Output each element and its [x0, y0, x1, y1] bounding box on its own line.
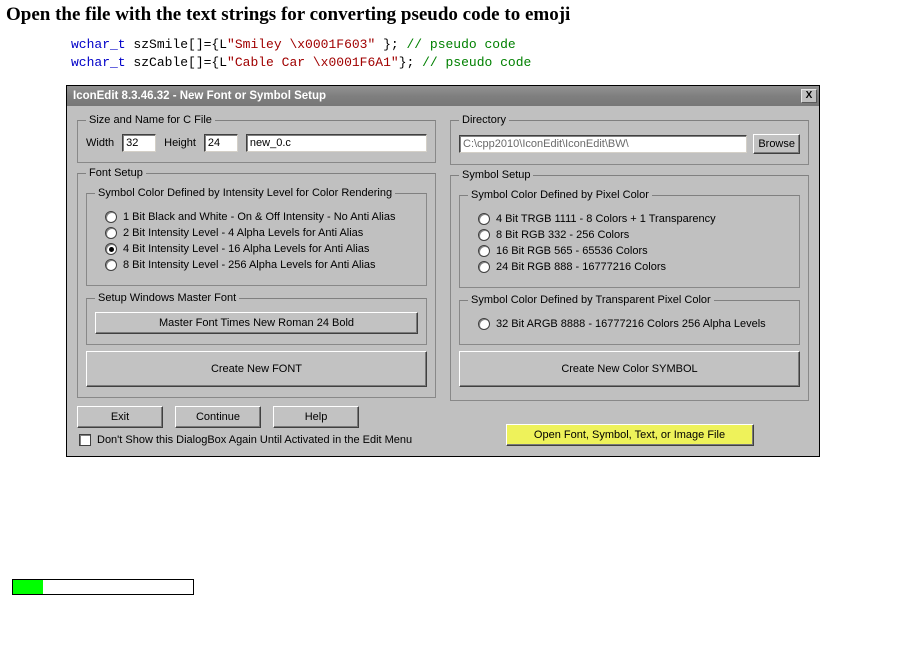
intensity-legend: Symbol Color Defined by Intensity Level … [95, 187, 395, 199]
radio-label: 32 Bit ARGB 8888 - 16777216 Colors 256 A… [496, 318, 766, 330]
radio-label: 16 Bit RGB 565 - 65536 Colors [496, 245, 648, 257]
create-symbol-button[interactable]: Create New Color SYMBOL [459, 351, 800, 387]
transparent-color-legend: Symbol Color Defined by Transparent Pixe… [468, 294, 714, 306]
pixel-color-group: Symbol Color Defined by Pixel Color 4 Bi… [459, 189, 800, 288]
radio-icon [478, 213, 490, 225]
radio-label: 4 Bit Intensity Level - 16 Alpha Levels … [123, 243, 369, 255]
checkbox-icon [79, 434, 91, 446]
radio-label: 8 Bit RGB 332 - 256 Colors [496, 229, 629, 241]
code-sample: wchar_t szSmile[]={L"Smiley \x0001F603" … [71, 36, 892, 71]
size-and-name-group: Size and Name for C File Width Height [77, 114, 436, 163]
help-button[interactable]: Help [273, 406, 359, 428]
open-file-button[interactable]: Open Font, Symbol, Text, or Image File [506, 424, 754, 446]
radio-label: 24 Bit RGB 888 - 16777216 Colors [496, 261, 666, 273]
code-keyword: wchar_t [71, 55, 126, 70]
intensity-group: Symbol Color Defined by Intensity Level … [86, 187, 427, 286]
dont-show-checkbox-row[interactable]: Don't Show this DialogBox Again Until Ac… [79, 434, 436, 446]
browse-button[interactable]: Browse [753, 134, 800, 154]
directory-legend: Directory [459, 114, 509, 126]
code-ident: szCable[]={L [133, 55, 227, 70]
radio-icon [478, 229, 490, 241]
pixel-color-legend: Symbol Color Defined by Pixel Color [468, 189, 652, 201]
radio-intensity-8bit[interactable]: 8 Bit Intensity Level - 256 Alpha Levels… [105, 259, 418, 271]
master-font-legend: Setup Windows Master Font [95, 292, 239, 304]
radio-label: 1 Bit Black and White - On & Off Intensi… [123, 211, 395, 223]
height-label: Height [164, 137, 196, 149]
code-string: "Cable Car \x0001F6A1" [227, 55, 399, 70]
radio-rgb-24bit[interactable]: 24 Bit RGB 888 - 16777216 Colors [478, 261, 791, 273]
radio-icon [105, 227, 117, 239]
radio-label: 8 Bit Intensity Level - 256 Alpha Levels… [123, 259, 376, 271]
filename-input[interactable] [246, 134, 427, 152]
transparent-color-group: Symbol Color Defined by Transparent Pixe… [459, 294, 800, 345]
directory-path [459, 135, 747, 153]
progress-bar [12, 579, 194, 595]
progress-fill [13, 580, 43, 594]
radio-rgb-16bit[interactable]: 16 Bit RGB 565 - 65536 Colors [478, 245, 791, 257]
font-setup-legend: Font Setup [86, 167, 146, 179]
create-font-button[interactable]: Create New FONT [86, 351, 427, 387]
master-font-button[interactable]: Master Font Times New Roman 24 Bold [95, 312, 418, 334]
titlebar[interactable]: IconEdit 8.3.46.32 - New Font or Symbol … [67, 86, 819, 106]
code-comment: // pseudo code [422, 55, 531, 70]
close-icon: X [806, 91, 813, 101]
symbol-setup-group: Symbol Setup Symbol Color Defined by Pix… [450, 169, 809, 401]
symbol-setup-legend: Symbol Setup [459, 169, 533, 181]
code-string: "Smiley \x0001F603" [227, 37, 383, 52]
size-and-name-legend: Size and Name for C File [86, 114, 215, 126]
exit-button[interactable]: Exit [77, 406, 163, 428]
radio-intensity-1bit[interactable]: 1 Bit Black and White - On & Off Intensi… [105, 211, 418, 223]
width-input[interactable] [122, 134, 156, 152]
code-comment: // pseudo code [406, 37, 515, 52]
close-button[interactable]: X [801, 89, 817, 103]
radio-icon [478, 245, 490, 257]
radio-intensity-2bit[interactable]: 2 Bit Intensity Level - 4 Alpha Levels f… [105, 227, 418, 239]
radio-icon [478, 318, 490, 330]
width-label: Width [86, 137, 114, 149]
dont-show-label: Don't Show this DialogBox Again Until Ac… [97, 434, 412, 446]
code-keyword: wchar_t [71, 37, 126, 52]
height-input[interactable] [204, 134, 238, 152]
dialog-window: IconEdit 8.3.46.32 - New Font or Symbol … [66, 85, 820, 457]
window-title: IconEdit 8.3.46.32 - New Font or Symbol … [73, 90, 326, 102]
radio-label: 2 Bit Intensity Level - 4 Alpha Levels f… [123, 227, 363, 239]
radio-icon [105, 211, 117, 223]
directory-group: Directory Browse [450, 114, 809, 165]
radio-trgb-4bit[interactable]: 4 Bit TRGB 1111 - 8 Colors + 1 Transpare… [478, 213, 791, 225]
radio-label: 4 Bit TRGB 1111 - 8 Colors + 1 Transpare… [496, 213, 716, 225]
font-setup-group: Font Setup Symbol Color Defined by Inten… [77, 167, 436, 398]
master-font-group: Setup Windows Master Font Master Font Ti… [86, 292, 427, 345]
radio-icon [105, 243, 117, 255]
radio-icon [105, 259, 117, 271]
code-ident: szSmile[]={L [133, 37, 227, 52]
page-title: Open the file with the text strings for … [6, 4, 892, 26]
radio-intensity-4bit[interactable]: 4 Bit Intensity Level - 16 Alpha Levels … [105, 243, 418, 255]
radio-argb-32bit[interactable]: 32 Bit ARGB 8888 - 16777216 Colors 256 A… [478, 318, 791, 330]
radio-icon [478, 261, 490, 273]
continue-button[interactable]: Continue [175, 406, 261, 428]
radio-rgb-8bit[interactable]: 8 Bit RGB 332 - 256 Colors [478, 229, 791, 241]
